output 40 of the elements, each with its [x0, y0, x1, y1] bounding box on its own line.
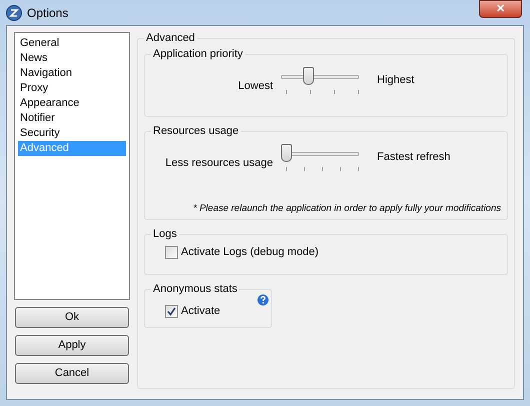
slider-min-label: Less resources usage — [165, 156, 273, 170]
slider-max-label: Highest — [376, 73, 414, 87]
app-logo-icon — [6, 4, 22, 20]
dialog-button[interactable]: Cancel — [15, 363, 129, 384]
category-item[interactable]: Appearance — [18, 96, 126, 111]
group-title: Application priority — [151, 47, 245, 61]
dialog-button[interactable]: Ok — [15, 307, 129, 328]
category-item[interactable]: News — [18, 51, 126, 66]
tick-mark — [286, 90, 287, 94]
checkbox[interactable] — [165, 304, 178, 318]
dialog-button[interactable]: Apply — [15, 335, 129, 356]
category-item[interactable]: Proxy — [18, 81, 126, 96]
group-title: Resources usage — [151, 124, 241, 138]
slider-thumb[interactable] — [281, 144, 292, 162]
window-title: Options — [27, 4, 68, 22]
relaunch-note: * Please relaunch the application in order to apply fully your modifications — [193, 203, 502, 215]
tick-mark — [334, 90, 335, 94]
slider-max-label: Fastest refresh — [376, 150, 450, 164]
checkbox-label[interactable]: Activate — [181, 304, 220, 318]
help-icon — [257, 294, 269, 306]
tick-mark — [304, 167, 305, 171]
slider-track[interactable] — [281, 67, 359, 87]
category-item[interactable]: General — [18, 36, 126, 51]
tick-mark — [310, 90, 311, 94]
group-title: Logs — [151, 227, 179, 241]
slider-min-label: Lowest — [238, 79, 273, 93]
tick-mark — [286, 167, 287, 171]
tick-mark — [358, 90, 359, 94]
tick-mark — [322, 167, 323, 171]
tick-mark — [358, 167, 359, 171]
category-item[interactable]: Security — [18, 126, 126, 141]
checkmark-icon — [167, 306, 176, 316]
tick-mark — [340, 167, 341, 171]
group-title: Anonymous stats — [151, 282, 240, 296]
slider-track[interactable] — [281, 144, 359, 164]
checkbox-label[interactable]: Activate Logs (debug mode) — [181, 245, 319, 259]
slider-thumb[interactable] — [303, 67, 314, 85]
checkbox[interactable] — [165, 246, 178, 258]
category-item[interactable]: Navigation — [18, 66, 126, 81]
category-item[interactable]: Notifier — [18, 111, 126, 126]
